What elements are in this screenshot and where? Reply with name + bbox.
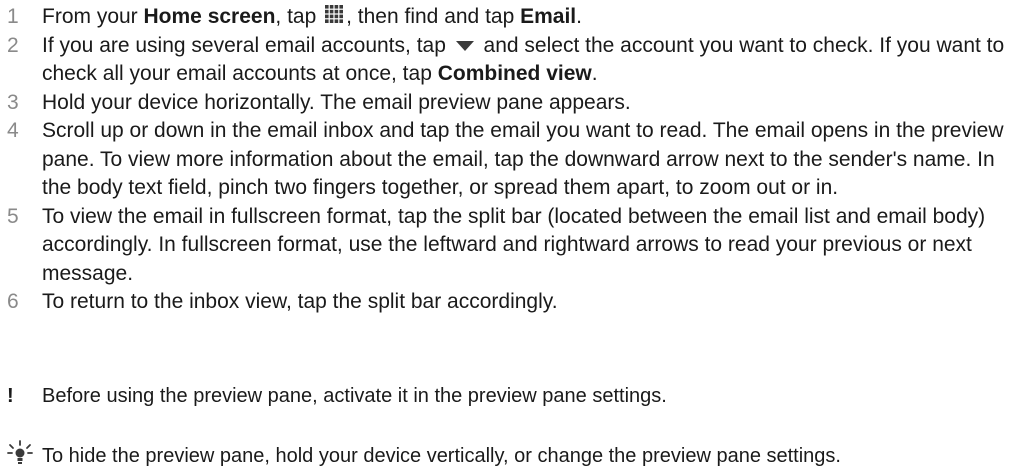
step-text: Scroll up or down in the email inbox and… [42,119,1004,200]
lightbulb-icon [0,440,42,472]
step-item: 2 If you are using several email account… [0,32,1032,89]
step-text: If you are using several email accounts,… [42,32,1005,86]
warning-note: ! Before using the preview pane, activat… [0,385,1032,408]
step-item: 3 Hold your device horizontally. The ema… [0,89,1032,118]
step-text: To view the email in fullscreen format, … [42,204,986,285]
step-number: 5 [7,204,19,228]
apps-grid-icon [325,3,344,32]
step-item: 1 From your Home screen, tap , then find… [0,3,1032,32]
tip-note: To hide the preview pane, hold your devi… [0,440,1032,472]
combined-view-label: Combined view [437,62,592,86]
step-number: 1 [7,5,19,28]
step-text: To return to the inbox view, tap the spl… [42,290,558,314]
warning-text: Before using the preview pane, activate … [42,385,667,407]
instruction-steps: 1 From your Home screen, tap , then find… [0,3,1032,317]
exclamation-icon: ! [7,385,14,407]
step-text: Hold your device horizontally. The email… [42,90,631,114]
step-number: 2 [7,33,19,57]
step-item: 4 Scroll up or down in the email inbox a… [0,117,1032,203]
step-number: 6 [7,290,19,314]
email-label: Email [520,5,577,28]
step-item: 6 To return to the inbox view, tap the s… [0,288,1032,317]
home-screen-label: Home screen [143,5,276,28]
step-item: 5 To view the email in fullscreen format… [0,203,1032,289]
step-text: From your Home screen, tap , then find a… [42,3,1032,32]
dropdown-triangle-icon [455,32,475,61]
step-number: 3 [7,90,19,114]
step-number: 4 [7,119,19,143]
tip-text: To hide the preview pane, hold your devi… [42,444,841,467]
